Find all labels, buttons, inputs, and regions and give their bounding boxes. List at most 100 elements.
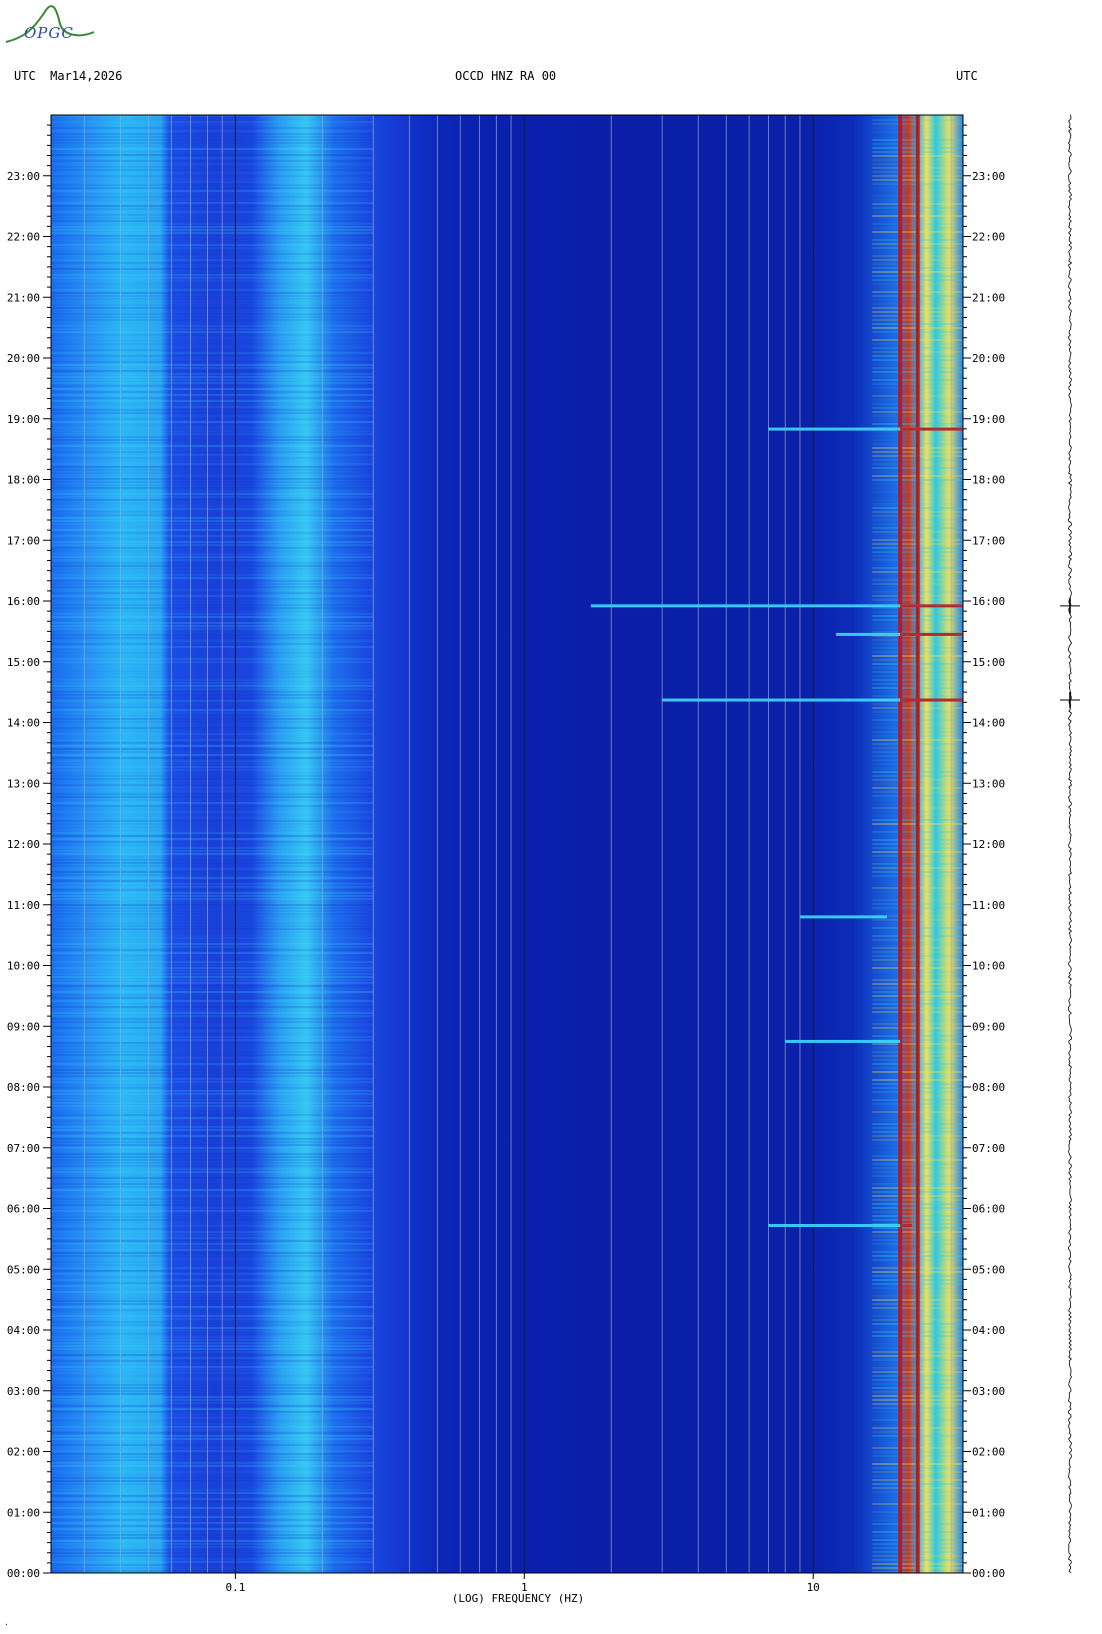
texture-row bbox=[51, 853, 374, 855]
texture-row bbox=[51, 232, 374, 234]
texture-row bbox=[51, 646, 374, 648]
texture-row bbox=[51, 1237, 374, 1239]
texture-row bbox=[51, 334, 374, 336]
texture-row bbox=[51, 391, 374, 393]
spectrogram-chart: 00:00 00:00 01:00 01:00 02:00 02:00 03:00 03:00… bbox=[7, 114, 1080, 1605]
y-tick-label-right: 14:00 bbox=[972, 717, 1005, 730]
texture-row bbox=[51, 1450, 374, 1452]
texture-row bbox=[51, 1558, 373, 1560]
texture-row bbox=[51, 1120, 374, 1122]
texture-row bbox=[51, 850, 374, 852]
texture-row bbox=[51, 400, 374, 402]
texture-row bbox=[51, 1399, 374, 1401]
texture-row bbox=[51, 1297, 373, 1299]
texture-row bbox=[51, 484, 374, 486]
texture-row bbox=[51, 586, 374, 588]
y-tick-label-left: 18:00 bbox=[7, 474, 40, 487]
texture-row bbox=[51, 1036, 374, 1038]
texture-row bbox=[51, 454, 374, 456]
texture-row bbox=[51, 1372, 374, 1374]
event-streak-hot bbox=[900, 1224, 913, 1228]
texture-row bbox=[51, 760, 374, 762]
texture-row bbox=[51, 283, 373, 285]
texture-row bbox=[51, 1264, 374, 1266]
texture-row bbox=[51, 199, 373, 201]
texture-row bbox=[51, 349, 374, 351]
texture-row bbox=[51, 388, 374, 390]
texture-row bbox=[51, 1435, 374, 1437]
texture-row bbox=[51, 505, 373, 507]
texture-row bbox=[51, 313, 374, 315]
texture-row bbox=[51, 1282, 374, 1284]
texture-row bbox=[51, 1285, 374, 1287]
x-axis-label: (LOG) FREQUENCY (HZ) bbox=[452, 1592, 584, 1605]
texture-row bbox=[51, 808, 373, 810]
y-tick-label-right: 08:00 bbox=[972, 1081, 1005, 1094]
texture-row bbox=[51, 319, 374, 321]
texture-row bbox=[51, 1309, 374, 1311]
texture-row bbox=[51, 1204, 374, 1206]
texture-row bbox=[51, 658, 374, 660]
texture-row bbox=[51, 835, 374, 837]
texture-row bbox=[51, 496, 374, 498]
texture-row bbox=[51, 634, 374, 636]
texture-row bbox=[51, 1252, 374, 1254]
texture-row bbox=[51, 688, 374, 690]
texture-row bbox=[51, 517, 374, 519]
texture-row bbox=[51, 838, 374, 840]
texture-row bbox=[51, 310, 373, 312]
texture-row bbox=[51, 1192, 373, 1194]
texture-row bbox=[51, 1096, 373, 1098]
texture-row bbox=[51, 799, 373, 801]
texture-row bbox=[51, 817, 374, 819]
texture-row bbox=[51, 1516, 374, 1518]
texture-row bbox=[51, 262, 374, 264]
persistent-line bbox=[898, 115, 903, 1573]
texture-row bbox=[51, 1207, 374, 1209]
y-tick-label-right: 12:00 bbox=[972, 838, 1005, 851]
texture-row bbox=[51, 229, 374, 231]
y-tick-label-left: 10:00 bbox=[7, 960, 40, 973]
event-streak-hot bbox=[900, 698, 963, 702]
texture-row bbox=[51, 370, 374, 372]
y-tick-label-right: 10:00 bbox=[972, 960, 1005, 973]
texture-row bbox=[51, 820, 374, 822]
event-streak-hot bbox=[900, 632, 963, 636]
y-tick-label-left: 00:00 bbox=[7, 1567, 40, 1580]
texture-row bbox=[51, 940, 373, 942]
texture-row bbox=[51, 1048, 373, 1050]
texture-row bbox=[51, 997, 374, 999]
texture-row bbox=[51, 1075, 374, 1077]
texture-row bbox=[51, 448, 373, 450]
texture-row bbox=[51, 121, 374, 123]
texture-row bbox=[51, 1102, 374, 1104]
texture-row bbox=[51, 874, 374, 876]
texture-row bbox=[51, 1321, 374, 1323]
texture-row bbox=[51, 499, 374, 501]
texture-row bbox=[51, 379, 374, 381]
texture-row bbox=[51, 382, 374, 384]
texture-row bbox=[51, 580, 374, 582]
texture-row bbox=[51, 1261, 374, 1263]
seismogram-trace bbox=[1067, 114, 1073, 1574]
texture-row bbox=[51, 463, 374, 465]
texture-row bbox=[51, 895, 374, 897]
texture-row bbox=[51, 1306, 374, 1308]
texture-row bbox=[51, 1360, 374, 1362]
texture-row bbox=[51, 1564, 374, 1566]
texture-row bbox=[51, 1456, 374, 1458]
texture-row bbox=[51, 337, 373, 339]
texture-row bbox=[51, 1177, 374, 1179]
texture-row bbox=[51, 154, 374, 156]
texture-row bbox=[51, 406, 374, 408]
texture-row bbox=[51, 1168, 374, 1170]
texture-row bbox=[51, 481, 374, 483]
texture-row bbox=[51, 721, 374, 723]
texture-row bbox=[51, 1030, 374, 1032]
texture-row bbox=[51, 1255, 374, 1257]
texture-row bbox=[51, 1507, 374, 1509]
texture-row bbox=[51, 1069, 374, 1071]
texture-row bbox=[51, 451, 374, 453]
texture-row bbox=[51, 868, 374, 870]
texture-row bbox=[51, 166, 374, 168]
